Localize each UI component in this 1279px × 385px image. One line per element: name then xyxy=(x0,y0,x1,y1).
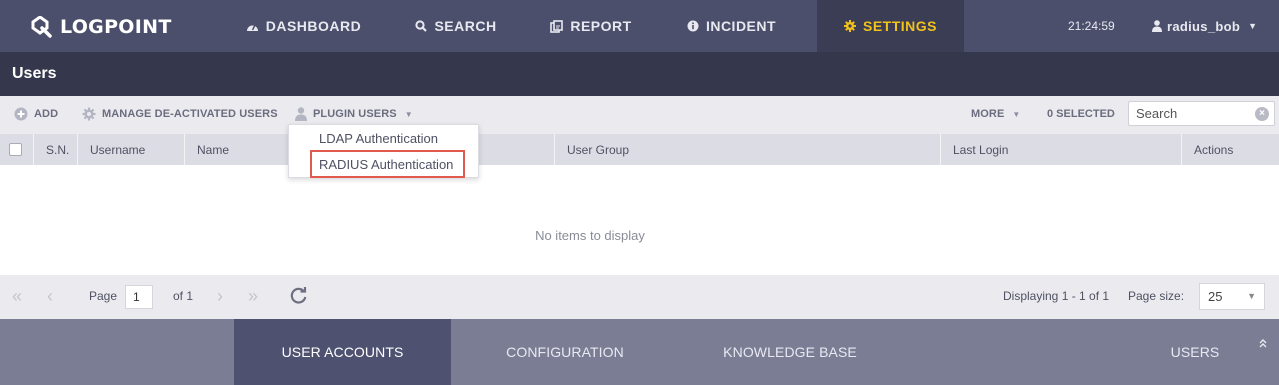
user-icon xyxy=(295,107,307,121)
select-all-cell xyxy=(0,134,33,165)
add-label: ADD xyxy=(34,108,59,120)
top-navigation: LOGPOINT DASHBOARD SEARCH REPORT INCIDEN… xyxy=(0,0,1279,52)
nav-search[interactable]: SEARCH xyxy=(400,0,512,52)
tab-user-accounts[interactable]: USER ACCOUNTS xyxy=(234,319,451,385)
chevron-down-icon: ▼ xyxy=(1248,21,1258,31)
refresh-icon[interactable] xyxy=(289,286,308,309)
clear-icon[interactable]: × xyxy=(1255,107,1269,121)
gear-icon xyxy=(843,20,856,32)
page-label: Page xyxy=(89,289,118,303)
first-page-icon[interactable]: « xyxy=(12,287,22,305)
tab-knowledge-base[interactable]: KNOWLEDGE BASE xyxy=(690,319,890,385)
more-button[interactable]: MORE ▼ xyxy=(971,96,1020,132)
page-size-label: Page size: xyxy=(1128,289,1185,303)
page-size-value: 25 xyxy=(1208,289,1223,304)
chevron-down-icon: ▼ xyxy=(1012,109,1021,119)
nav-dashboard[interactable]: DASHBOARD xyxy=(230,0,377,52)
collapse-up-icon[interactable] xyxy=(1259,339,1267,351)
nav-settings[interactable]: SETTINGS xyxy=(817,0,964,52)
select-all-checkbox[interactable] xyxy=(9,143,22,156)
column-last-login[interactable]: Last Login xyxy=(940,134,1181,165)
page-total: of 1 xyxy=(173,289,194,303)
search-icon xyxy=(415,20,428,32)
pager: « ‹ Page of 1 › » Displaying 1 - 1 of 1 … xyxy=(0,275,1279,319)
chevron-down-icon: ▼ xyxy=(1247,291,1256,301)
empty-message: No items to display xyxy=(535,228,645,243)
column-user-group[interactable]: User Group xyxy=(554,134,940,165)
bottom-navigation: USER ACCOUNTS CONFIGURATION KNOWLEDGE BA… xyxy=(0,319,1279,385)
page-number-input[interactable]: 1 xyxy=(125,285,153,309)
last-page-icon[interactable]: » xyxy=(248,287,258,305)
nav-report-label: REPORT xyxy=(570,18,632,34)
tab-configuration[interactable]: CONFIGURATION xyxy=(465,319,665,385)
tab-users[interactable]: USERS xyxy=(1145,319,1245,385)
selected-count: 0 SELECTED xyxy=(1047,108,1115,120)
chevron-down-icon: ▼ xyxy=(404,109,413,119)
highlight-box xyxy=(310,150,465,178)
user-menu[interactable]: radius_bob ▼ xyxy=(1152,0,1257,52)
dashboard-icon xyxy=(246,21,259,32)
previous-page-icon[interactable]: ‹ xyxy=(47,287,53,305)
column-sn[interactable]: S.N. xyxy=(33,134,77,165)
manage-deactivated-users-label: MANAGE DE-ACTIVATED USERS xyxy=(102,108,278,120)
info-icon xyxy=(687,20,699,32)
toolbar: ADD MANAGE DE-ACTIVATED USERS PLUGIN USE… xyxy=(0,96,1279,134)
clock: 21:24:59 xyxy=(1068,19,1115,33)
next-page-icon[interactable]: › xyxy=(217,287,223,305)
search-box: × xyxy=(1128,101,1275,126)
page-title: Users xyxy=(12,65,57,82)
column-actions[interactable]: Actions xyxy=(1181,134,1279,165)
menu-item-ldap-authentication[interactable]: LDAP Authentication xyxy=(289,125,478,151)
user-icon xyxy=(1152,20,1162,32)
brand-name: LOGPOINT xyxy=(60,16,172,38)
manage-deactivated-users-button[interactable]: MANAGE DE-ACTIVATED USERS xyxy=(82,96,278,132)
table-header: S.N. Username Name User Group Last Login… xyxy=(0,134,1279,165)
nav-settings-label: SETTINGS xyxy=(862,18,937,34)
page-size-select[interactable]: 25 ▼ xyxy=(1199,283,1265,310)
add-icon xyxy=(14,107,28,121)
nav-dashboard-label: DASHBOARD xyxy=(265,18,362,34)
nav-search-label: SEARCH xyxy=(434,18,497,34)
more-label: MORE xyxy=(971,108,1005,120)
gear-icon xyxy=(82,107,96,121)
nav-incident[interactable]: INCIDENT xyxy=(669,0,794,52)
nav-incident-label: INCIDENT xyxy=(705,18,777,34)
displaying-text: Displaying 1 - 1 of 1 xyxy=(1003,289,1110,303)
nav-report[interactable]: REPORT xyxy=(534,0,648,52)
plugin-users-label: PLUGIN USERS xyxy=(313,108,397,120)
report-icon xyxy=(550,19,564,33)
logpoint-logo[interactable]: LOGPOINT xyxy=(30,12,172,42)
plugin-users-menu: LDAP Authentication RADIUS Authenticatio… xyxy=(288,124,479,178)
page-header: Users xyxy=(0,52,1279,96)
user-name: radius_bob xyxy=(1167,18,1241,34)
column-username[interactable]: Username xyxy=(77,134,184,165)
logpoint-logo-icon xyxy=(30,16,56,38)
table-body: No items to display xyxy=(0,165,1279,275)
add-button[interactable]: ADD xyxy=(14,96,58,132)
search-input[interactable] xyxy=(1129,102,1249,125)
